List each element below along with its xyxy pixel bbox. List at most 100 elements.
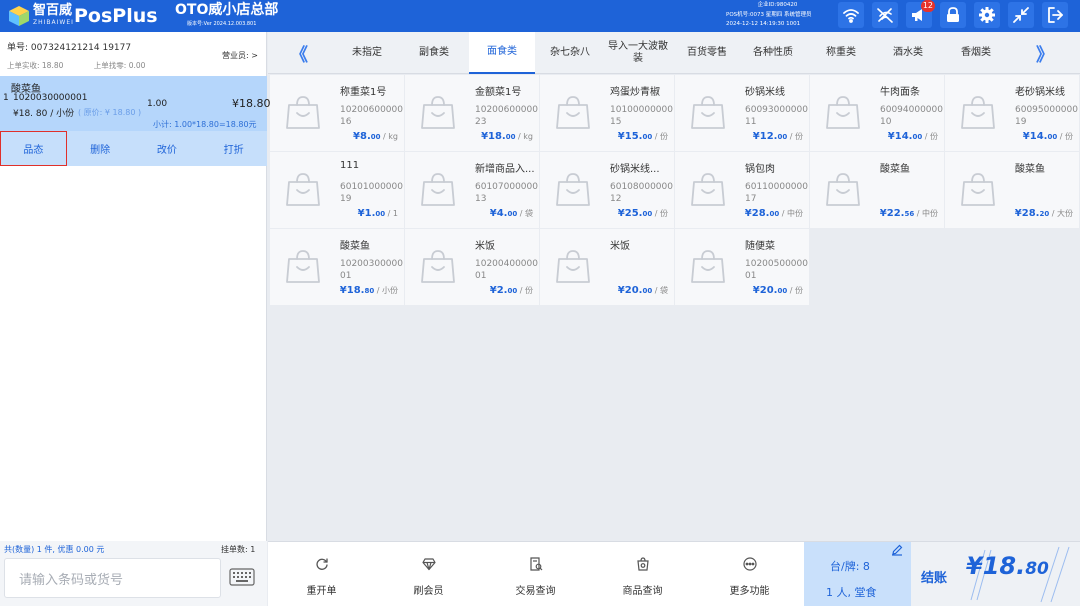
- product-name: 称重菜1号: [340, 87, 387, 98]
- order-item-row[interactable]: 酸菜鱼 1 1020030000001 1.00 ¥18.80 ¥18. 80 …: [0, 76, 271, 131]
- product-card[interactable]: 酸菜鱼 ¥22.56 / 中份: [810, 152, 944, 228]
- category-tab[interactable]: 导入一大波散装: [604, 32, 672, 74]
- price-unit: / 袋: [517, 209, 533, 218]
- change-price-button[interactable]: 改价: [134, 131, 201, 166]
- price-main: ¥4.: [489, 208, 508, 219]
- wifi-icon: [843, 9, 859, 23]
- product-card[interactable]: 随便菜 1020050000001 ¥20.00 / 份: [675, 229, 809, 305]
- barcode-input[interactable]: 请输入条码或货号: [4, 558, 221, 598]
- product-card[interactable]: 鸡蛋炒青椒 1010000000015 ¥15.00 / 份: [540, 75, 674, 151]
- price-main: ¥14.: [887, 131, 913, 142]
- lock-button[interactable]: [940, 2, 966, 28]
- pos-terminal-info: POS机号:0073 星期四 系统管理员: [726, 11, 812, 18]
- product-price: ¥12.00 / 份: [753, 131, 803, 142]
- category-tab[interactable]: 香烟类: [943, 32, 1009, 74]
- price-main: ¥18.: [481, 131, 506, 142]
- product-card[interactable]: 砂锅米线 6009300000011 ¥12.00 / 份: [675, 75, 809, 151]
- reopen-order-button[interactable]: 重开单: [268, 542, 375, 606]
- product-name: 金额菜1号: [475, 87, 522, 98]
- item-subtotal: 小计: 1.00*18.80=18.80元: [153, 120, 257, 129]
- product-card[interactable]: 酸菜鱼 1020030000001 ¥18.80 / 小份: [270, 229, 404, 305]
- category-prev-button[interactable]: 《: [290, 41, 308, 67]
- price-main: ¥28.: [744, 208, 770, 219]
- product-image-placeholder-icon: [421, 173, 455, 206]
- product-card[interactable]: 金额菜1号 1020060000023 ¥18.00 / kg: [405, 75, 539, 151]
- item-index: 1: [3, 93, 9, 103]
- price-cents: 00: [642, 133, 653, 141]
- product-card[interactable]: 酸菜鱼 ¥28.20 / 大份: [945, 152, 1079, 228]
- product-card[interactable]: 称重菜1号 1020060000016 ¥8.00 / kg: [270, 75, 404, 151]
- delete-button[interactable]: 删除: [67, 131, 134, 166]
- category-next-button[interactable]: 》: [1036, 41, 1054, 67]
- button-label: 重开单: [306, 586, 337, 597]
- cashier-selector[interactable]: 营业员: >: [222, 50, 258, 61]
- discount-button[interactable]: 打折: [200, 131, 267, 166]
- product-price: ¥18.00 / kg: [481, 131, 533, 142]
- product-price: ¥25.00 / 份: [618, 208, 668, 219]
- category-tab[interactable]: 副食类: [401, 32, 467, 74]
- product-card[interactable]: 新增商品入... 6010700000013 ¥4.00 / 袋: [405, 152, 539, 228]
- price-cents: 56: [904, 210, 915, 218]
- wifi-button[interactable]: [838, 2, 864, 28]
- checkout-amount: ¥18.80: [966, 552, 1049, 580]
- version-label: 版本号:Ver 2024.12.003.801: [187, 21, 257, 27]
- price-main: ¥8.: [353, 131, 371, 142]
- table-info-button[interactable]: 台/牌: 8 1 人, 堂食: [804, 542, 911, 606]
- price-unit: / 份: [787, 286, 803, 295]
- button-label: 交易查询: [515, 586, 556, 597]
- keyboard-button[interactable]: [226, 564, 258, 590]
- product-code: 1020060000016: [340, 105, 403, 127]
- category-tab[interactable]: 酒水类: [875, 32, 941, 74]
- transaction-query-button[interactable]: 交易查询: [482, 542, 589, 606]
- product-name: 老砂锅米线: [1015, 87, 1065, 98]
- product-card[interactable]: 锅包肉 6011000000017 ¥28.00 / 中份: [675, 152, 809, 228]
- table-number: 台/牌: 8: [830, 560, 870, 573]
- edit-icon: [892, 544, 903, 556]
- network-status-button[interactable]: [872, 2, 898, 28]
- broadcast-button[interactable]: 12: [906, 0, 935, 28]
- settings-button[interactable]: [974, 2, 1000, 28]
- price-unit: / kg: [380, 132, 398, 141]
- category-tab[interactable]: 百货零售: [674, 32, 740, 74]
- category-tab[interactable]: 杂七杂八: [537, 32, 603, 74]
- more-functions-button[interactable]: 更多功能: [696, 542, 803, 606]
- minimize-button[interactable]: [1008, 2, 1034, 28]
- product-card[interactable]: 米饭 1020040000001 ¥2.00 / 份: [405, 229, 539, 305]
- product-query-button[interactable]: 商品查询: [589, 542, 696, 606]
- held-orders-count[interactable]: 挂单数: 1: [221, 544, 255, 555]
- item-style-button[interactable]: 品态: [0, 131, 67, 166]
- product-card[interactable]: 牛肉面条 6009400000010 ¥14.00 / 份: [810, 75, 944, 151]
- checkout-amount-cents: 80: [1025, 559, 1049, 579]
- product-price: ¥28.20 / 大份: [1015, 208, 1073, 219]
- category-tab[interactable]: 各种性质: [740, 32, 806, 74]
- checkout-button[interactable]: 结账 ¥18.80: [911, 542, 1080, 606]
- product-card[interactable]: 老砂锅米线 6009500000019 ¥14.00 / 份: [945, 75, 1079, 151]
- logout-button[interactable]: [1042, 2, 1068, 28]
- product-card[interactable]: 111 6010100000019 ¥1.00 / 1: [270, 152, 404, 228]
- product-code: 6010700000013: [475, 182, 538, 204]
- product-name: 鸡蛋炒青椒: [610, 87, 660, 98]
- product-code: 6009400000010: [880, 105, 943, 127]
- price-unit: / 1: [385, 209, 398, 218]
- product-card[interactable]: 米饭 ¥20.00 / 袋: [540, 229, 674, 305]
- price-unit: / 中份: [779, 209, 803, 218]
- product-image-placeholder-icon: [556, 173, 590, 206]
- product-price: ¥20.00 / 份: [753, 285, 803, 296]
- product-card[interactable]: 砂锅米线... 6010800000012 ¥25.00 / 份: [540, 152, 674, 228]
- category-tab-selected[interactable]: 面食类: [469, 32, 535, 74]
- last-order-info: 上单实收: 18.80 上单找零: 0.00: [7, 60, 173, 71]
- price-cents: 80: [364, 287, 375, 295]
- product-code: 6010800000012: [610, 182, 673, 204]
- price-cents: 00: [769, 210, 780, 218]
- price-main: ¥12.: [752, 131, 778, 142]
- category-tab[interactable]: 未指定: [334, 32, 400, 74]
- app-name: PosPlus: [74, 5, 158, 27]
- diamond-icon: [422, 558, 436, 571]
- price-main: ¥20.: [752, 285, 778, 296]
- member-card-button[interactable]: 刷会员: [375, 542, 482, 606]
- notification-badge: 12: [920, 0, 935, 12]
- price-unit: / 小份: [374, 286, 398, 295]
- price-cents: 00: [505, 133, 516, 141]
- product-name: 米饭: [475, 241, 495, 252]
- category-tab[interactable]: 称重类: [808, 32, 874, 74]
